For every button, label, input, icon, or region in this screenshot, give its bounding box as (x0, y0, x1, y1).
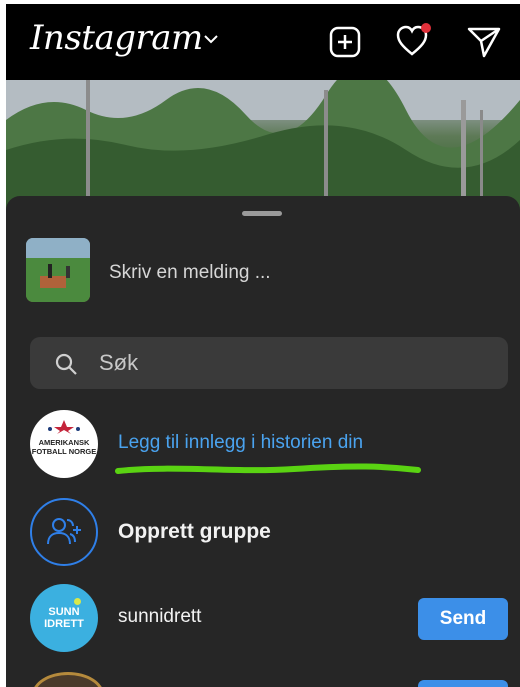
avatar-dot (74, 598, 81, 605)
send-button[interactable]: Send (418, 598, 508, 640)
contact-row[interactable]: SUNN IDRETT sunnidrett Send (6, 584, 520, 658)
notification-dot (421, 23, 431, 33)
search-placeholder: Søk (99, 350, 139, 375)
chevron-down-icon[interactable] (204, 34, 218, 44)
add-to-story-label[interactable]: Legg til innlegg i historien din (118, 432, 363, 454)
sunnidrett-avatar: SUNN IDRETT (30, 584, 98, 652)
search-input[interactable]: Søk (30, 337, 508, 389)
top-bar: Instagram (6, 4, 520, 80)
contact-username: sunnidrett (118, 606, 202, 627)
next-contact-avatar (32, 672, 104, 687)
message-input[interactable]: Skriv en melding ... (109, 262, 271, 284)
drag-handle[interactable] (242, 211, 282, 216)
plus-square-icon[interactable] (329, 26, 361, 58)
green-highlight-underline (115, 463, 421, 474)
heart-icon[interactable] (396, 22, 436, 58)
create-group-avatar (30, 498, 98, 566)
search-icon (55, 353, 77, 375)
share-sheet: Skriv en melding ... Søk AMERIKANSK FOTB… (6, 196, 520, 687)
add-group-icon (47, 518, 81, 545)
paper-plane-icon[interactable] (467, 26, 501, 58)
create-group-row[interactable]: Opprett gruppe (6, 498, 520, 572)
stars-icon (48, 420, 80, 434)
create-group-label[interactable]: Opprett gruppe (118, 520, 271, 544)
amerikansk-fotball-avatar: AMERIKANSK FOTBALL NORGE (30, 410, 98, 478)
app-frame: Instagram Skriv en melding ... Søk AMERI… (6, 4, 520, 687)
next-send-button[interactable] (418, 680, 508, 687)
instagram-logo[interactable]: Instagram (30, 18, 203, 58)
post-thumbnail (26, 238, 90, 302)
